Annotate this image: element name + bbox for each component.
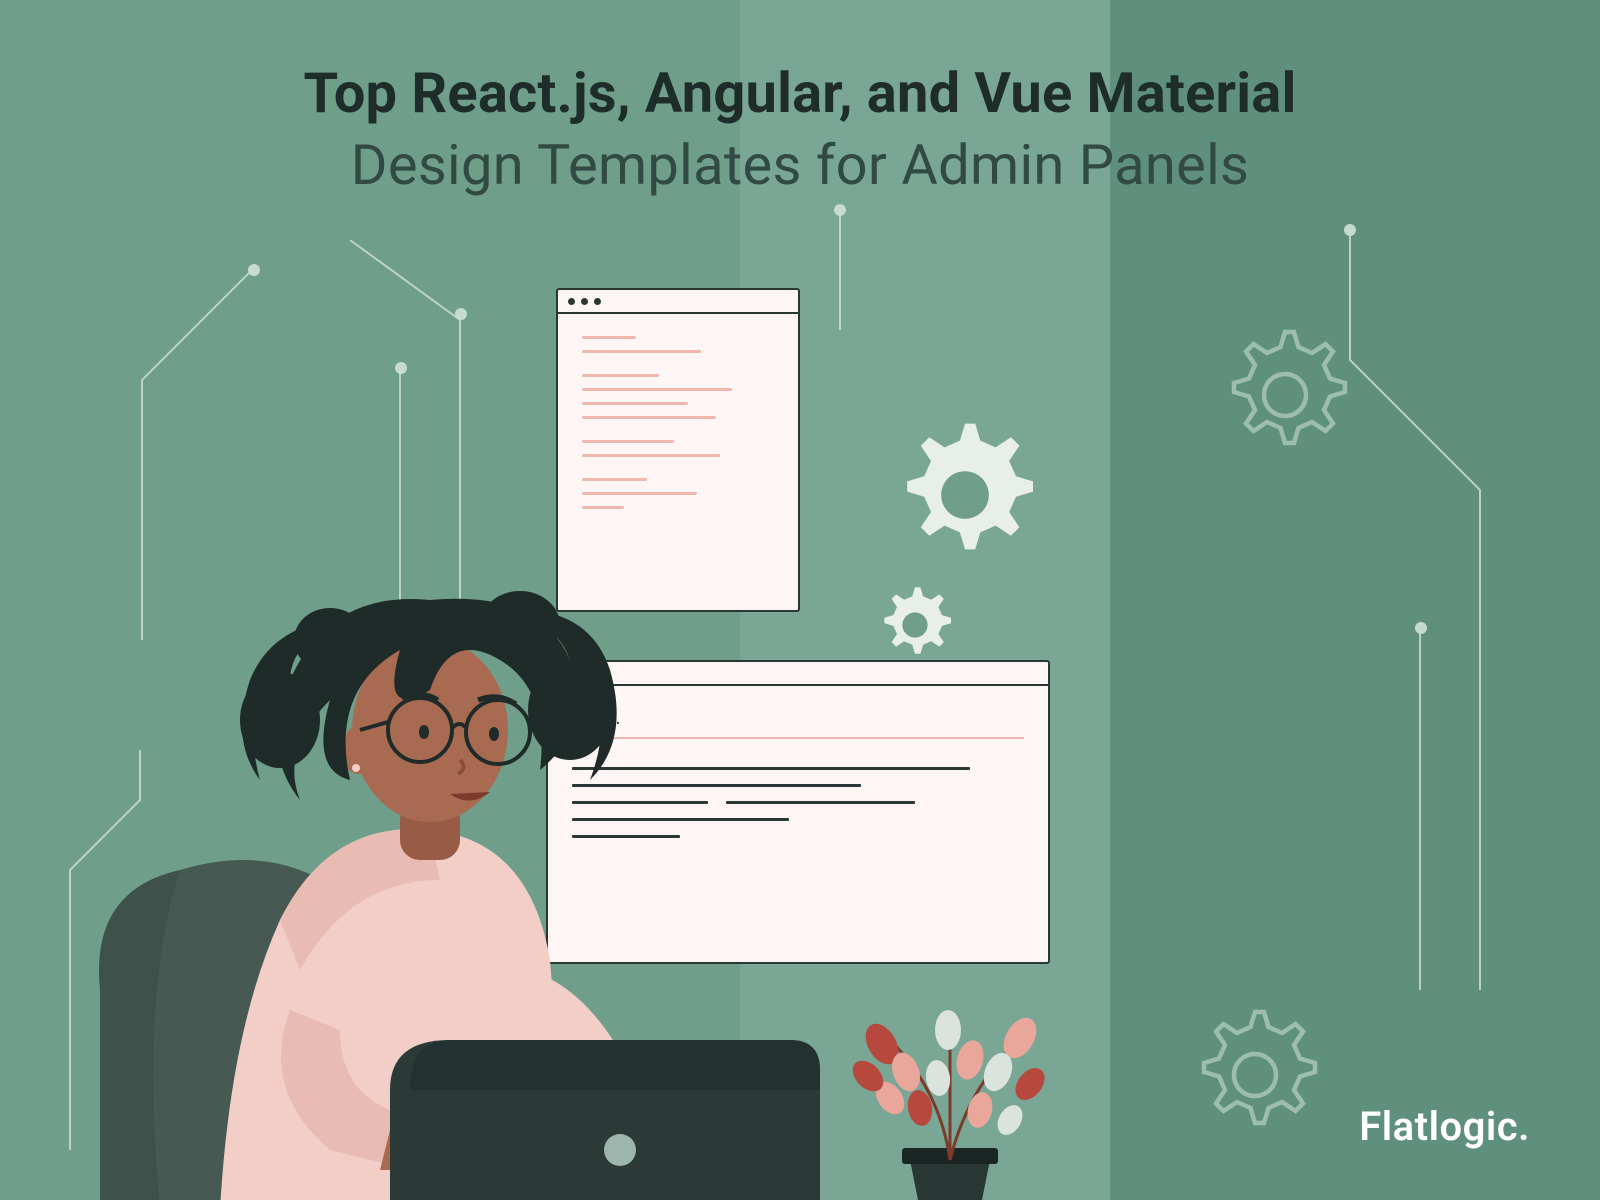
person-illustration — [30, 570, 930, 1200]
circuit-node-icon — [248, 264, 260, 276]
circuit-node-icon — [1415, 622, 1427, 634]
gear-icon — [880, 410, 1050, 580]
circuit-node-icon — [1344, 224, 1356, 236]
circuit-node-icon — [834, 204, 846, 216]
document-body — [558, 314, 798, 542]
heading-line-2: Design Templates for Admin Panels — [0, 132, 1600, 198]
heading-line-1: Top React.js, Angular, and Vue Material — [0, 60, 1600, 126]
document-window — [556, 288, 800, 612]
heading: Top React.js, Angular, and Vue Material … — [0, 60, 1600, 198]
hero-illustration: Top React.js, Angular, and Vue Material … — [0, 0, 1600, 1200]
circuit-trace — [820, 210, 860, 330]
pot — [910, 1160, 990, 1200]
laptop-logo — [604, 1134, 636, 1166]
circuit-trace — [340, 240, 480, 600]
circuit-node-icon — [455, 308, 467, 320]
earring — [352, 764, 360, 772]
window-controls-icon — [558, 290, 798, 314]
gear-icon — [1210, 320, 1360, 470]
circuit-node-icon — [395, 362, 407, 374]
gear-icon — [1180, 1000, 1330, 1150]
plant — [820, 980, 1080, 1200]
brand-wordmark: Flatlogic. — [1359, 1103, 1530, 1150]
